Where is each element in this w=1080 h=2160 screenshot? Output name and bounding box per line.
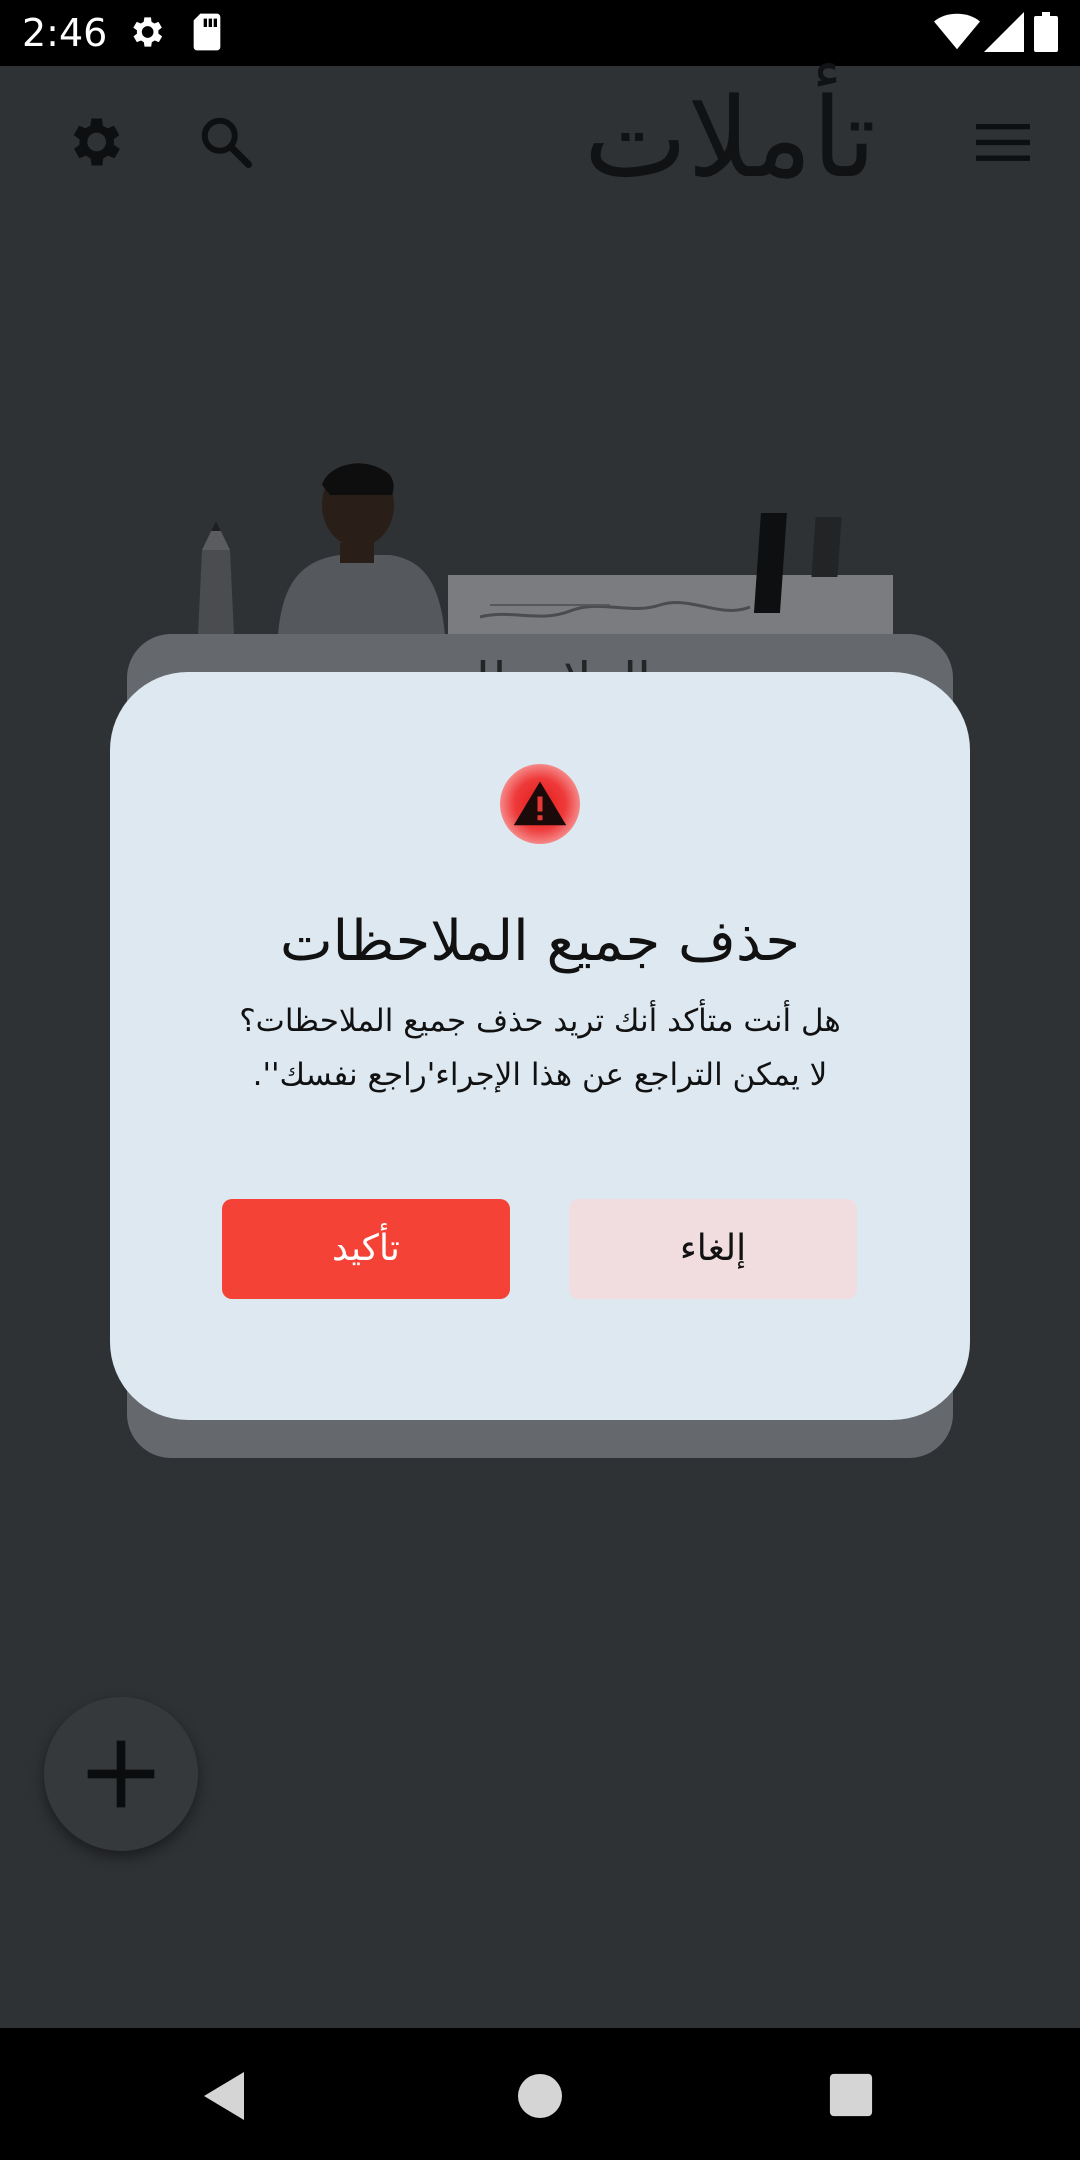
menu-icon[interactable] [976, 120, 1030, 164]
settings-icon [133, 17, 163, 47]
recents-icon[interactable] [828, 2072, 874, 2118]
navigation-bar [0, 2028, 1080, 2160]
signal-icon [984, 12, 1024, 52]
cancel-button[interactable]: إلغاء [569, 1199, 857, 1299]
status-bar: 2:46 [0, 0, 1080, 66]
app-title: تأملات [583, 74, 877, 202]
wifi-icon [934, 13, 980, 50]
dialog-message-line2: لا يمكن التراجع عن هذا الإجراء'راجع نفسك… [252, 1057, 828, 1093]
dialog-message-line1: هل أنت متأكد أنك تريد حذف جميع الملاحظات… [239, 1003, 841, 1039]
empty-state-illustration [198, 463, 893, 635]
warning-icon [513, 781, 567, 826]
confirm-button[interactable]: تأكيد [222, 1199, 510, 1299]
dialog-title: حذف جميع الملاحظات [279, 909, 801, 974]
home-icon[interactable] [516, 2072, 564, 2120]
add-icon [87, 1740, 155, 1808]
back-icon[interactable] [200, 2070, 248, 2122]
warning-icon-badge [500, 764, 580, 844]
dialog-message: هل أنت متأكد أنك تريد حذف جميع الملاحظات… [150, 994, 930, 1102]
delete-all-dialog: حذف جميع الملاحظات هل أنت متأكد أنك تريد… [110, 672, 970, 1420]
sd-card-icon [193, 13, 221, 51]
status-time: 2:46 [22, 11, 108, 55]
battery-icon [1034, 12, 1058, 52]
add-note-button[interactable] [44, 1697, 198, 1851]
app-bar: تأملات [0, 66, 1080, 216]
search-icon[interactable] [196, 112, 256, 172]
settings-icon[interactable] [62, 110, 126, 174]
